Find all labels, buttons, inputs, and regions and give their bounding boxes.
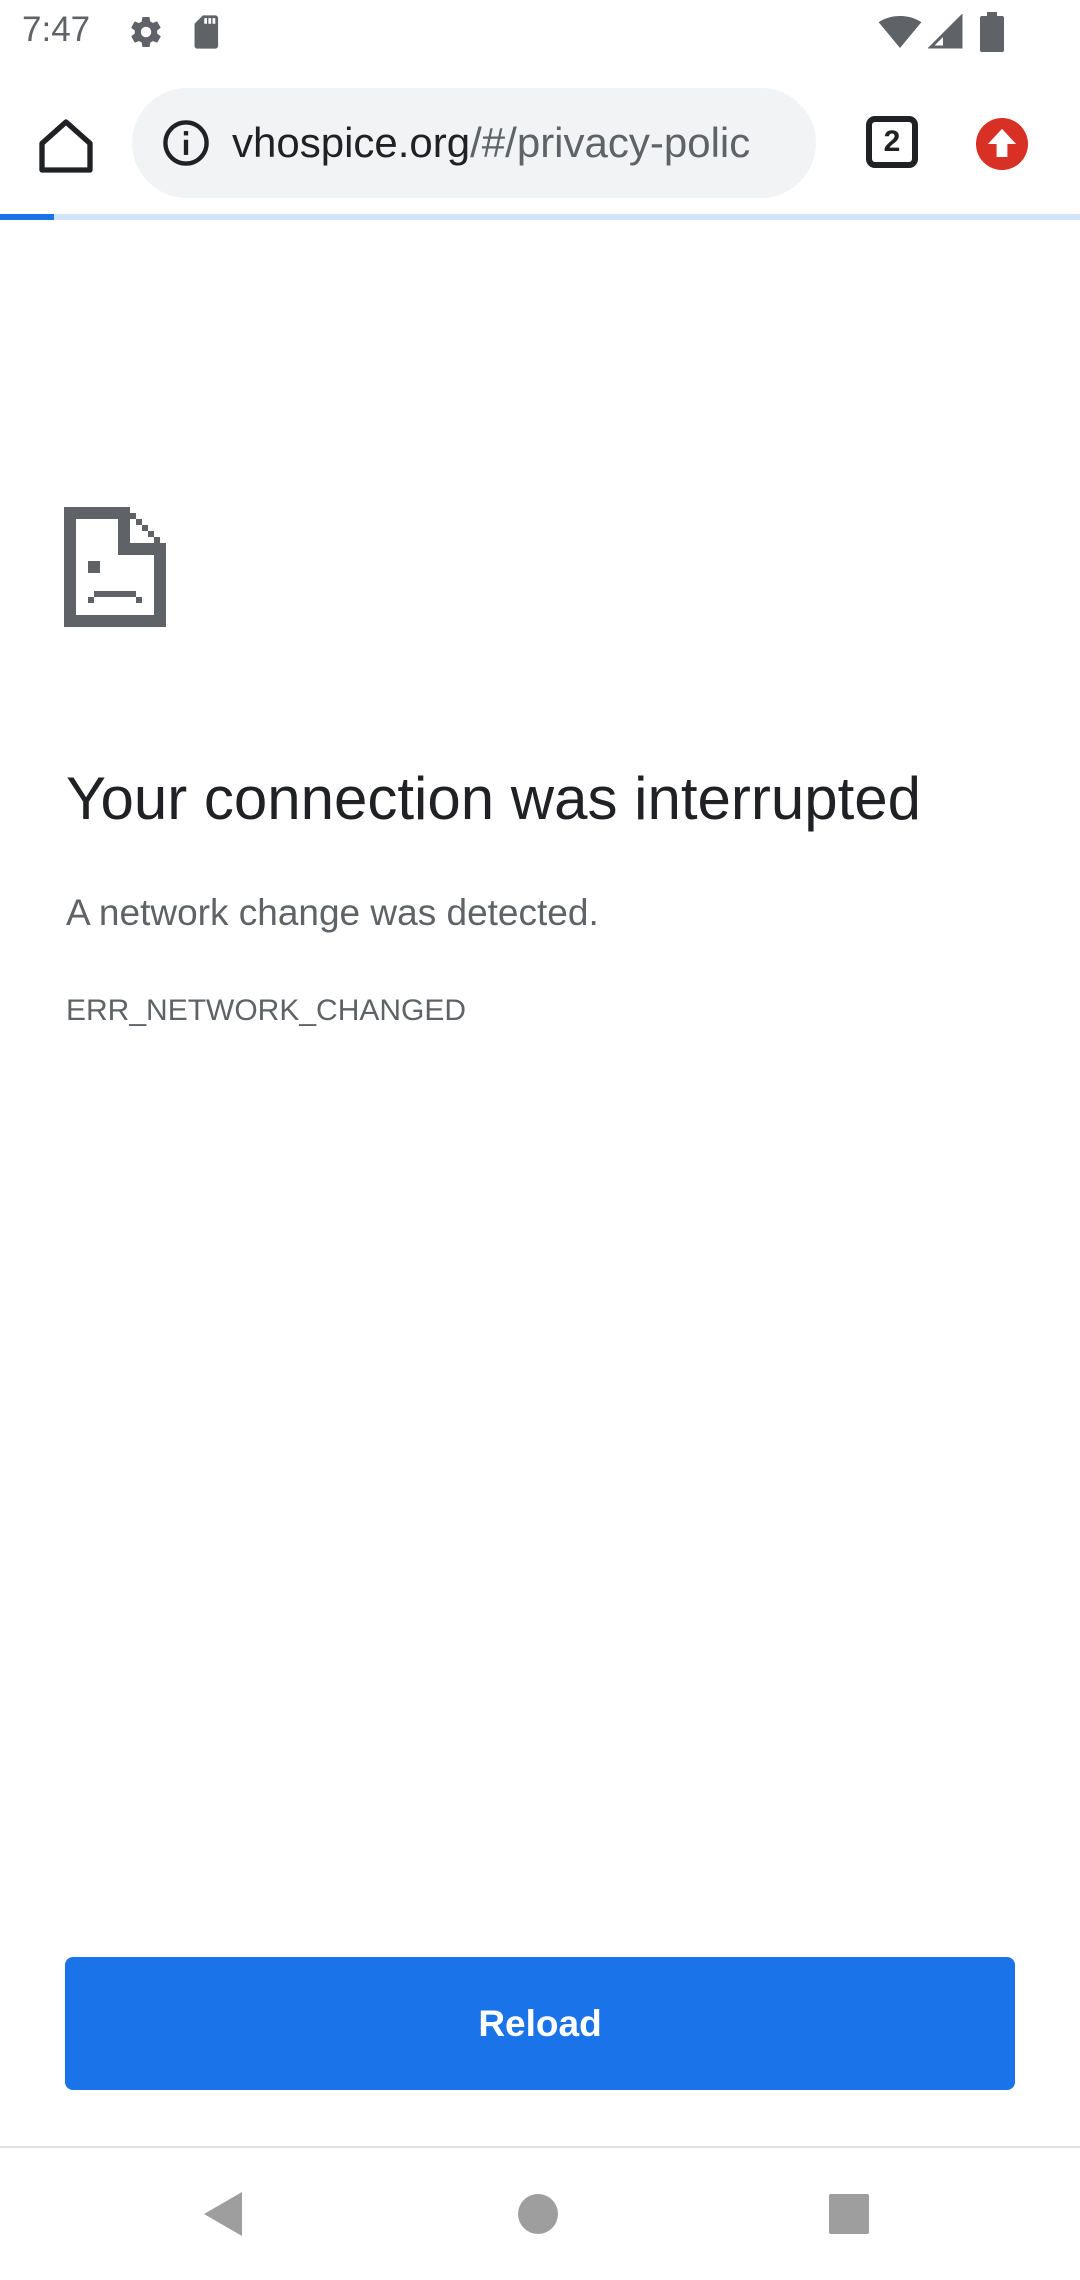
gear-icon bbox=[128, 14, 164, 50]
load-progress-bar bbox=[0, 214, 1080, 220]
system-nav-bar bbox=[0, 2148, 1080, 2280]
tab-switcher-button[interactable]: 2 bbox=[864, 114, 920, 170]
home-icon bbox=[39, 119, 93, 173]
update-icon bbox=[976, 118, 1028, 170]
error-title: Your connection was interrupted bbox=[66, 765, 921, 832]
battery-icon bbox=[980, 12, 1004, 52]
sd-card-icon bbox=[190, 14, 224, 50]
tab-count: 2 bbox=[883, 125, 901, 158]
url-text[interactable]: vhospice.org/#/privacy-polic bbox=[232, 88, 802, 198]
url-bar[interactable]: vhospice.org/#/privacy-polic bbox=[132, 88, 816, 198]
browser-toolbar: vhospice.org/#/privacy-polic 2 bbox=[0, 64, 1080, 214]
error-code: ERR_NETWORK_CHANGED bbox=[66, 994, 467, 1027]
status-time: 7:47 bbox=[22, 10, 91, 49]
status-bar: 7:47 bbox=[0, 0, 1080, 64]
back-icon[interactable] bbox=[204, 2192, 244, 2241]
load-progress-fill bbox=[0, 214, 54, 220]
wifi-icon bbox=[878, 16, 922, 48]
error-description: A network change was detected. bbox=[66, 892, 599, 933]
screen: 7:47 vhospice.org/#/privacy-polic 2 Your… bbox=[0, 0, 1080, 2280]
url-domain: vhospice.org bbox=[232, 119, 471, 166]
update-button[interactable] bbox=[976, 118, 1028, 170]
url-path: /#/privacy-polic bbox=[470, 119, 751, 166]
info-icon[interactable] bbox=[160, 117, 212, 169]
home-button[interactable] bbox=[34, 114, 98, 178]
recents-icon[interactable] bbox=[829, 2194, 869, 2234]
reload-button[interactable]: Reload bbox=[65, 1957, 1015, 2090]
home-nav-icon[interactable] bbox=[518, 2194, 558, 2234]
sad-document-icon bbox=[64, 506, 166, 628]
cell-signal-icon bbox=[928, 14, 964, 50]
